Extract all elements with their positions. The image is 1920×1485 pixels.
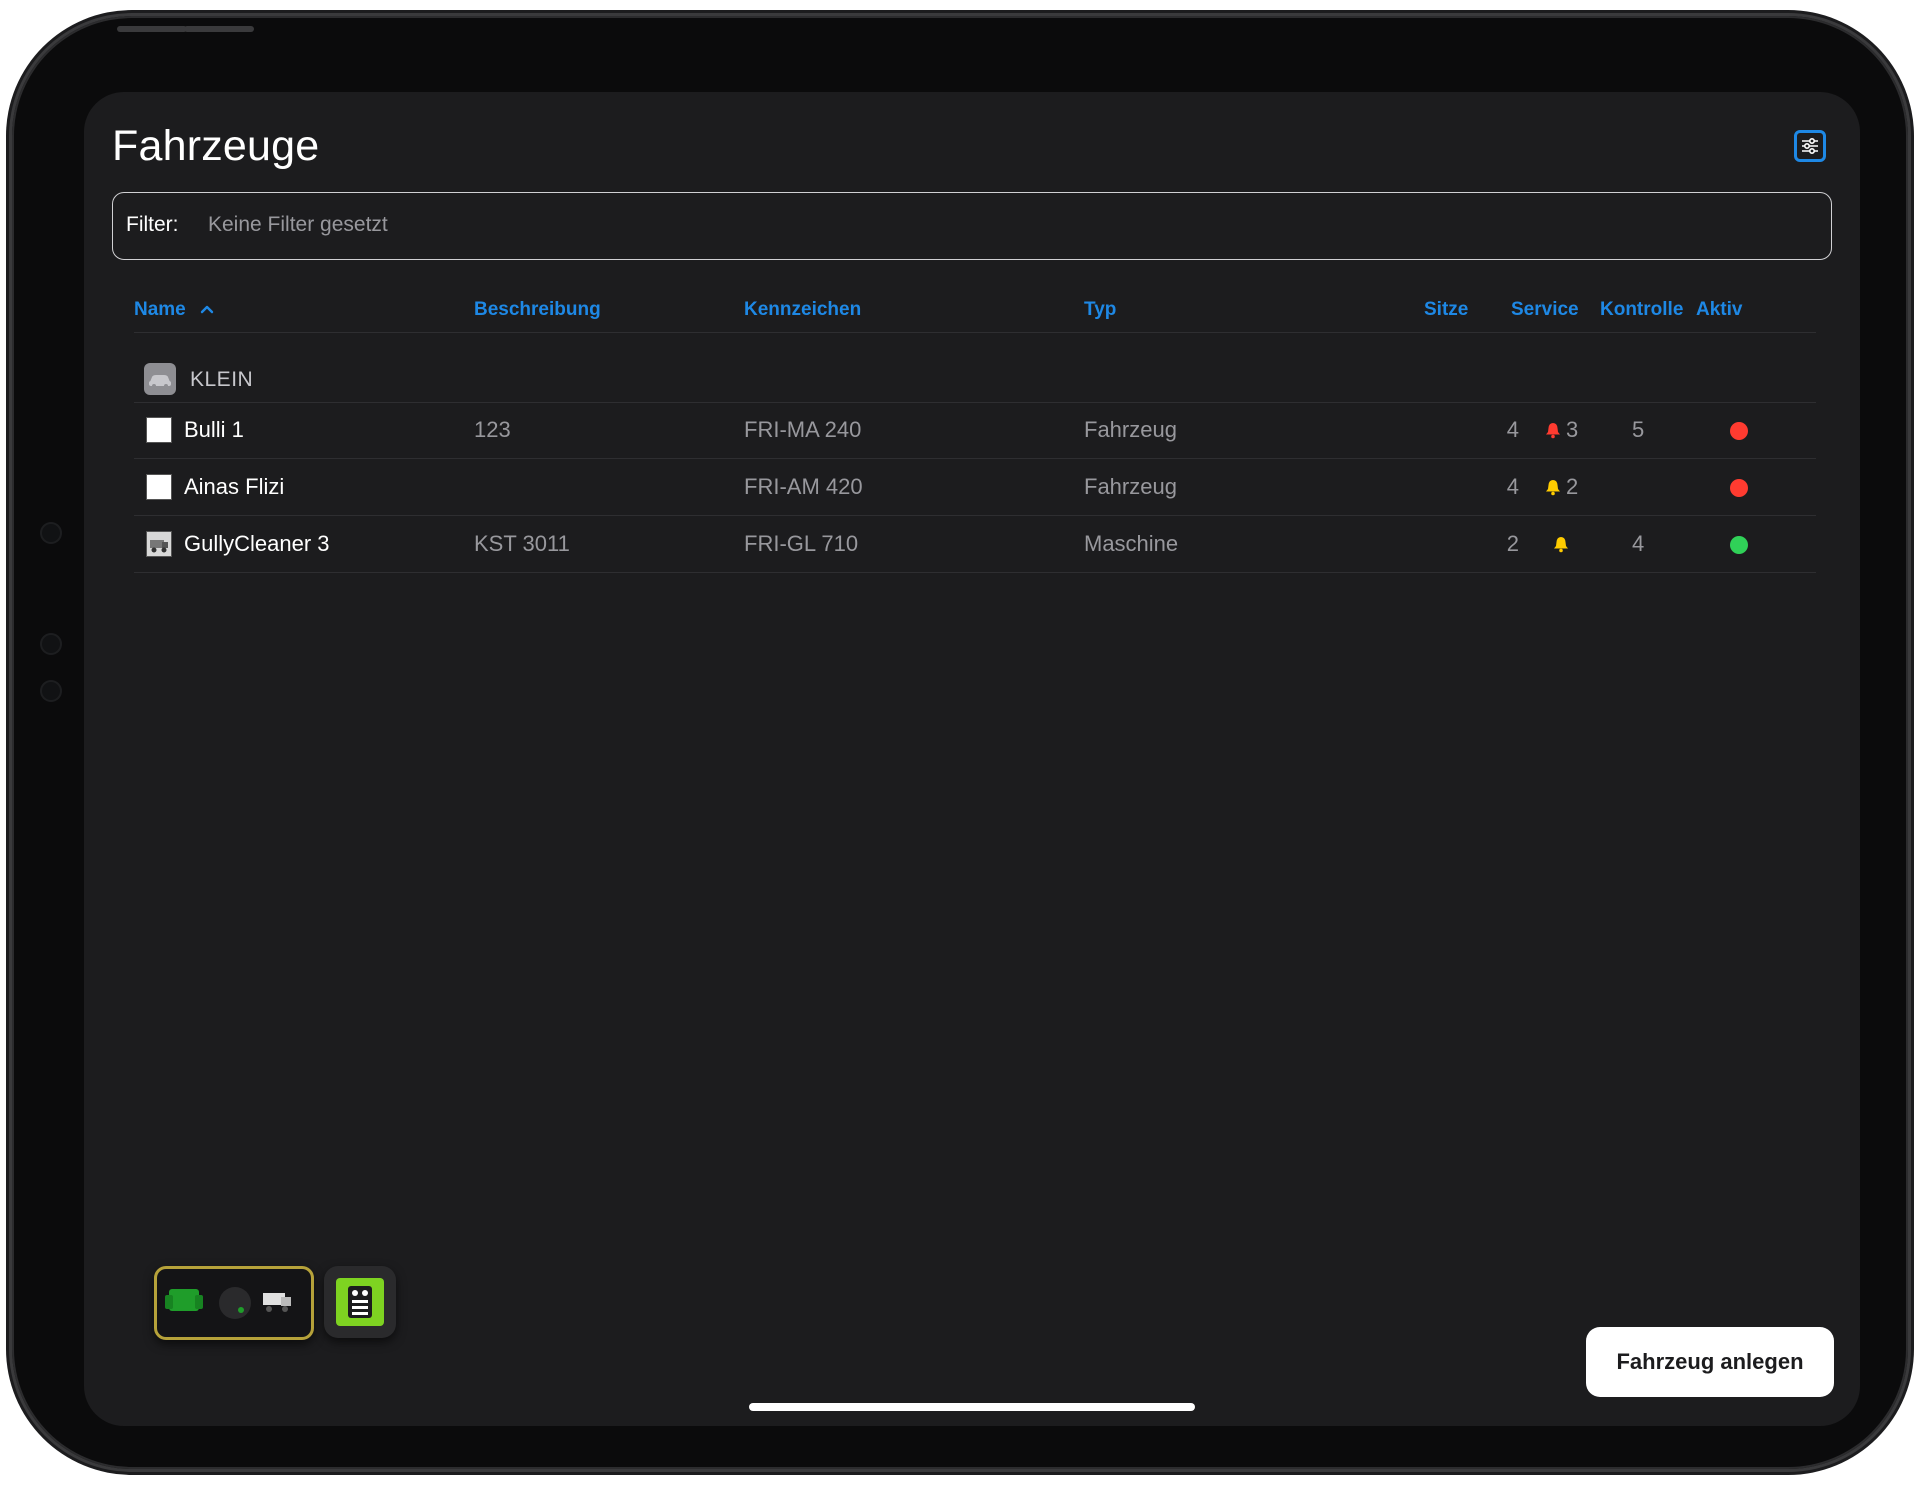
vehicle-thumbnail — [146, 417, 172, 443]
bell-icon — [1546, 423, 1560, 439]
vehicle-service: 3 — [1544, 417, 1578, 443]
vehicle-type: Maschine — [1084, 531, 1179, 556]
car-icon — [144, 363, 176, 395]
vehicle-control: 4 — [1632, 531, 1645, 556]
bell-icon — [1546, 480, 1560, 496]
active-status-dot — [1730, 536, 1748, 554]
volume-down-button — [184, 26, 254, 32]
column-header-service[interactable]: Service — [1511, 299, 1579, 321]
filter-value: Keine Filter gesetzt — [208, 213, 388, 236]
group-label: KLEIN — [190, 368, 254, 391]
table-header: Name Beschreibung Kennzeichen Typ Sitze … — [134, 290, 1816, 333]
group-header: KLEIN — [134, 354, 1816, 403]
home-indicator[interactable] — [749, 1403, 1195, 1411]
bell-icon — [1554, 537, 1568, 553]
vehicle-service — [1552, 531, 1574, 557]
vehicle-seats: 4 — [1506, 417, 1519, 442]
filter-field[interactable]: Filter: Keine Filter gesetzt — [112, 192, 1832, 260]
vehicle-type: Fahrzeug — [1084, 417, 1177, 442]
volume-up-button — [117, 26, 187, 32]
vehicle-thumbnail — [146, 474, 172, 500]
vehicle-type: Fahrzeug — [1084, 474, 1177, 499]
vehicle-control: 5 — [1632, 417, 1645, 442]
vehicle-seats: 4 — [1506, 474, 1519, 499]
side-sensor — [40, 633, 62, 655]
side-sensor — [40, 522, 62, 544]
active-status-dot — [1730, 479, 1748, 497]
table-row[interactable]: GullyCleaner 3 KST 3011 FRI-GL 710 Masch… — [134, 516, 1816, 573]
vehicle-service-count: 3 — [1566, 417, 1579, 442]
column-header-active[interactable]: Aktiv — [1696, 299, 1742, 321]
robot-app-icon[interactable] — [324, 1266, 396, 1338]
column-header-name[interactable]: Name — [134, 299, 215, 321]
vehicle-plate: FRI-MA 240 — [744, 417, 862, 442]
app-icons-stack — [165, 1287, 291, 1319]
vehicle-plate: FRI-AM 420 — [744, 474, 863, 499]
column-header-name-label: Name — [134, 299, 186, 320]
column-header-control[interactable]: Kontrolle — [1600, 299, 1683, 321]
column-header-description[interactable]: Beschreibung — [474, 299, 601, 321]
chevron-up-icon — [200, 305, 214, 314]
app-switcher-stack[interactable] — [154, 1266, 314, 1340]
active-status-dot — [1730, 422, 1748, 440]
table-row[interactable]: Ainas Flizi FRI-AM 420 Fahrzeug 4 2 — [134, 459, 1816, 516]
filter-settings-button[interactable] — [1794, 130, 1826, 162]
vehicle-name: Ainas Flizi — [184, 474, 285, 499]
sliders-icon — [1802, 137, 1818, 155]
add-vehicle-button[interactable]: Fahrzeug anlegen — [1586, 1327, 1834, 1397]
column-header-type[interactable]: Typ — [1084, 299, 1116, 321]
app-screen: Fahrzeuge Filter: Keine Filter gesetzt N… — [84, 92, 1860, 1426]
filter-label: Filter: — [126, 213, 179, 236]
vehicle-thumbnail — [146, 531, 172, 557]
table-row[interactable]: Bulli 1 123 FRI-MA 240 Fahrzeug 4 3 5 — [134, 402, 1816, 459]
vehicle-service: 2 — [1544, 474, 1578, 500]
vehicle-description: 123 — [474, 417, 511, 442]
column-header-seats[interactable]: Sitze — [1424, 299, 1468, 321]
vehicle-plate: FRI-GL 710 — [744, 531, 859, 556]
vehicle-seats: 2 — [1506, 531, 1519, 556]
side-sensor — [40, 680, 62, 702]
ipad-frame: Fahrzeuge Filter: Keine Filter gesetzt N… — [12, 16, 1908, 1469]
column-header-plate[interactable]: Kennzeichen — [744, 299, 861, 321]
vehicle-name: Bulli 1 — [184, 417, 244, 442]
vehicle-service-count: 2 — [1566, 474, 1579, 499]
page-title: Fahrzeuge — [112, 122, 320, 170]
vehicle-description: KST 3011 — [474, 531, 570, 556]
vehicle-name: GullyCleaner 3 — [184, 531, 330, 556]
